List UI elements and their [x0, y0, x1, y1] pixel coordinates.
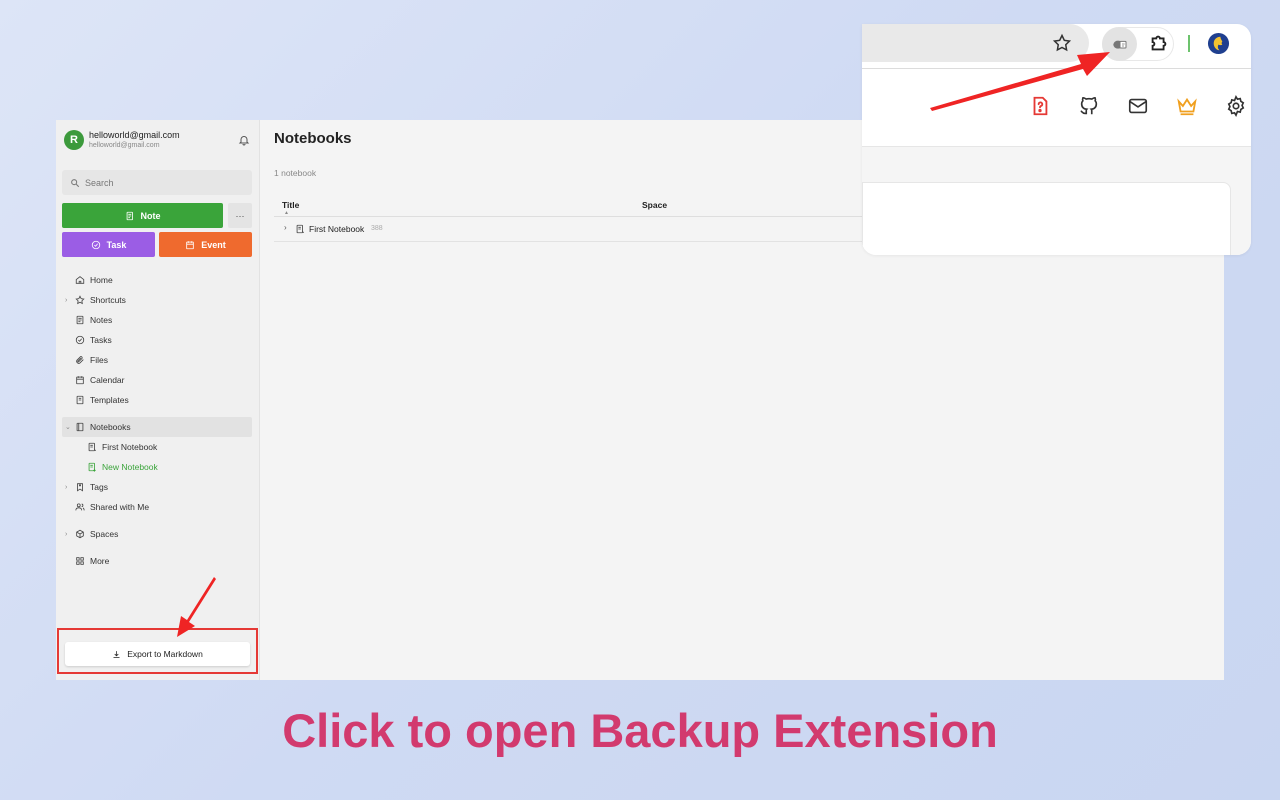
notebook-icon — [76, 422, 84, 432]
cube-icon — [76, 529, 84, 539]
sidebar-item-files[interactable]: Files — [62, 350, 252, 370]
sidebar-item-notes[interactable]: Notes — [62, 310, 252, 330]
notes-icon — [76, 315, 84, 325]
sidebar-item-label: New Notebook — [102, 462, 158, 472]
new-note-button[interactable]: Note — [62, 203, 223, 228]
column-header-space[interactable]: Space — [642, 200, 667, 210]
profile-avatar-icon[interactable] — [1207, 32, 1230, 55]
sidebar-nav: Home › Shortcuts Notes Tasks Files Calen… — [62, 270, 252, 571]
sidebar-item-label: Notes — [90, 315, 113, 325]
new-event-button[interactable]: Event — [159, 232, 252, 257]
notebook-count: 1 notebook — [274, 168, 317, 178]
app-toolbar-icons — [862, 95, 1251, 121]
notebook-name[interactable]: First Notebook — [309, 224, 364, 234]
note-icon — [126, 211, 133, 220]
new-notebook-icon — [88, 462, 96, 472]
sidebar-item-tasks[interactable]: Tasks — [62, 330, 252, 350]
sidebar-item-more[interactable]: More — [62, 551, 252, 571]
export-markdown-button[interactable]: Export to Markdown — [65, 642, 250, 666]
chevron-right-icon[interactable]: › — [65, 484, 67, 491]
new-task-button[interactable]: Task — [62, 232, 155, 257]
check-circle-icon — [75, 335, 85, 345]
sidebar-item-templates[interactable]: Templates — [62, 390, 252, 410]
sidebar-item-label: First Notebook — [102, 442, 158, 452]
sidebar-item-calendar[interactable]: Calendar — [62, 370, 252, 390]
search-placeholder: Search — [85, 177, 114, 188]
toolbar-divider — [1188, 35, 1190, 52]
sidebar-item-label: Calendar — [90, 375, 125, 385]
sidebar-item-notebooks[interactable]: ⌄ Notebooks — [62, 417, 252, 437]
note-button-label: Note — [140, 210, 161, 221]
search-icon — [71, 178, 80, 187]
notebook-icon — [296, 224, 305, 234]
bell-icon[interactable] — [238, 134, 250, 146]
export-button-label: Export to Markdown — [127, 649, 203, 659]
sidebar-item-home[interactable]: Home — [62, 270, 252, 290]
sidebar-item-first-notebook[interactable]: First Notebook — [62, 437, 252, 457]
bookmark-star-icon[interactable] — [1052, 33, 1072, 53]
table-row[interactable]: › First Notebook 388 — [274, 217, 874, 242]
sidebar-item-new-notebook[interactable]: New Notebook — [62, 457, 252, 477]
account-email-sub: helloworld@gmail.com — [89, 142, 160, 149]
column-header-title[interactable]: Title — [282, 200, 299, 210]
backup-extension-button[interactable] — [1102, 27, 1137, 61]
chevron-right-icon[interactable]: › — [65, 297, 67, 304]
sidebar-item-label: Home — [90, 275, 113, 285]
chevron-right-icon[interactable]: › — [284, 223, 287, 232]
more-options-button[interactable]: ··· — [228, 203, 252, 228]
sidebar: R helloworld@gmail.com helloworld@gmail.… — [56, 120, 260, 680]
mail-icon[interactable] — [1127, 95, 1149, 117]
notebook-icon — [88, 442, 97, 452]
home-icon — [75, 276, 85, 284]
avatar[interactable]: R — [64, 130, 84, 150]
sidebar-item-label: Templates — [90, 395, 129, 405]
sidebar-item-label: Tags — [90, 482, 108, 492]
crown-icon[interactable] — [1176, 95, 1198, 117]
grid-icon — [76, 557, 84, 565]
account-email: helloworld@gmail.com — [89, 130, 180, 140]
help-icon[interactable] — [1029, 95, 1051, 117]
backup-extension-icon — [1112, 40, 1126, 49]
sidebar-item-label: Files — [90, 355, 108, 365]
download-icon — [113, 650, 120, 658]
account-header[interactable]: R helloworld@gmail.com helloworld@gmail.… — [62, 128, 254, 154]
table-header: Title ▲ Space — [274, 196, 874, 217]
task-button-label: Task — [106, 239, 127, 250]
sort-arrow-icon[interactable]: ▲ — [284, 210, 289, 216]
sidebar-item-label: Shared with Me — [90, 502, 150, 512]
search-input[interactable]: Search — [62, 170, 252, 195]
sidebar-item-label: Notebooks — [90, 422, 131, 432]
tag-icon — [77, 483, 83, 492]
chevron-right-icon[interactable]: › — [65, 531, 67, 538]
users-icon — [75, 503, 85, 511]
github-icon[interactable] — [1078, 95, 1100, 117]
gear-icon[interactable] — [1225, 95, 1247, 117]
calendar-icon — [76, 376, 84, 385]
paperclip-icon — [76, 356, 84, 364]
sidebar-item-spaces[interactable]: › Spaces — [62, 524, 252, 544]
sidebar-item-tags[interactable]: › Tags — [62, 477, 252, 497]
calendar-icon — [186, 240, 194, 249]
sidebar-item-shared[interactable]: Shared with Me — [62, 497, 252, 517]
export-highlight-box: Export to Markdown — [57, 628, 258, 674]
chevron-down-icon[interactable]: ⌄ — [65, 423, 71, 431]
caption: Click to open Backup Extension — [282, 704, 998, 757]
sidebar-item-label: More — [90, 556, 110, 566]
page-title: Notebooks — [274, 130, 352, 147]
notebook-note-count: 388 — [371, 225, 383, 232]
star-icon — [75, 295, 85, 305]
sidebar-item-label: Tasks — [90, 335, 112, 345]
task-icon — [91, 240, 100, 249]
browser-toolbar-zoom — [862, 24, 1251, 255]
sidebar-item-label: Shortcuts — [90, 295, 126, 305]
page-card — [862, 182, 1231, 255]
template-icon — [76, 395, 84, 405]
toolbar-separator — [862, 68, 1251, 69]
puzzle-icon[interactable] — [1148, 32, 1170, 54]
event-button-label: Event — [201, 239, 226, 250]
sidebar-item-shortcuts[interactable]: › Shortcuts — [62, 290, 252, 310]
sidebar-item-label: Spaces — [90, 529, 119, 539]
